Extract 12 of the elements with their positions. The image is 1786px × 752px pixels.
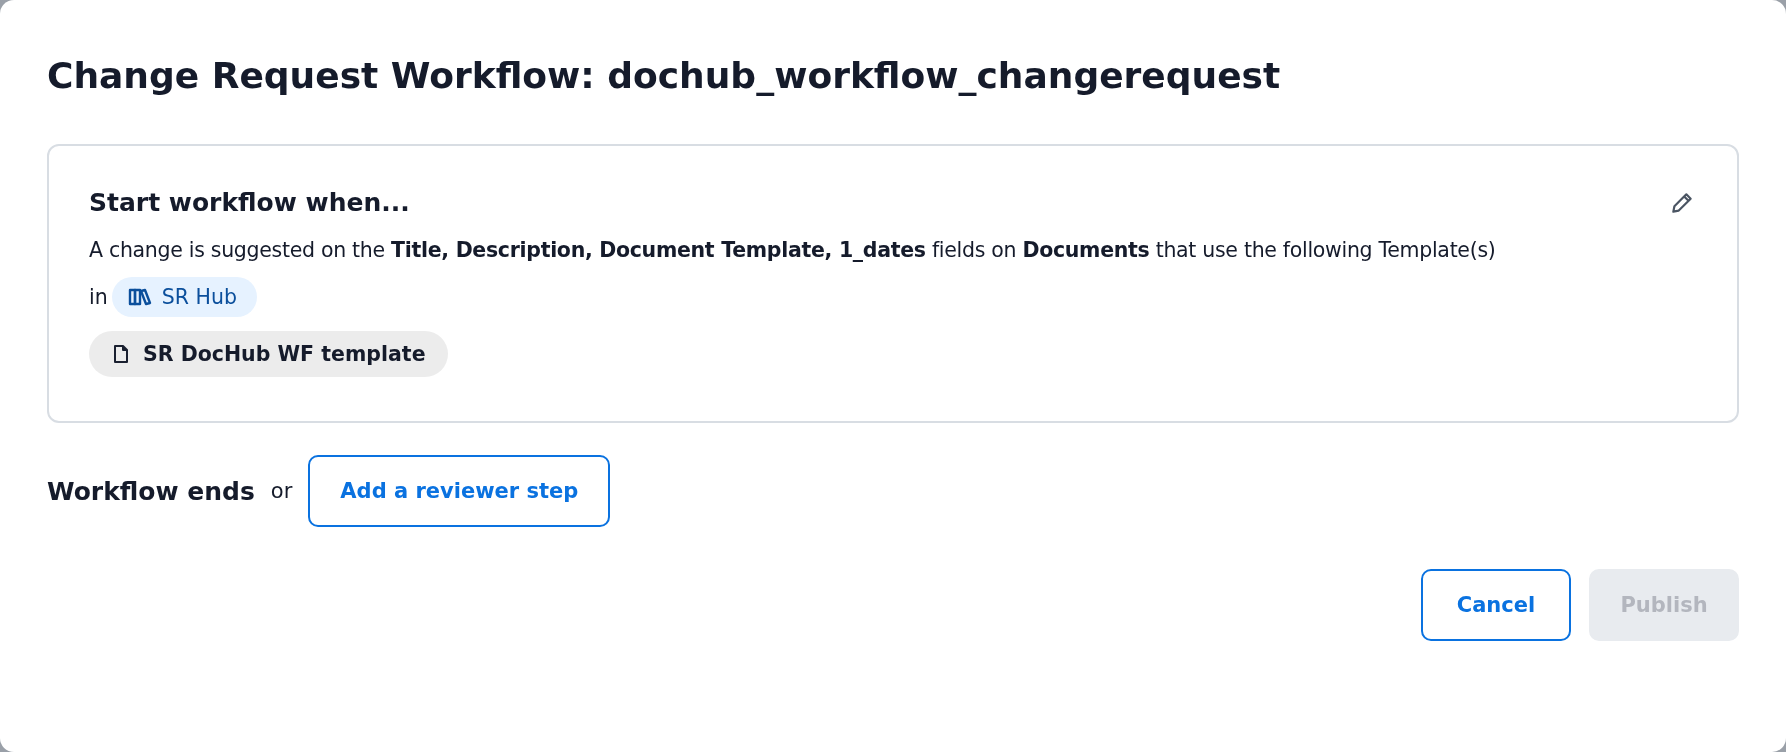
cancel-button[interactable]: Cancel [1421, 569, 1571, 641]
dialog-title: Change Request Workflow: dochub_workflow_changerequest [47, 54, 1282, 98]
document-icon [113, 344, 129, 364]
hub-chip[interactable]: SR Hub [111, 277, 257, 317]
card-heading: Start workflow when... [89, 188, 410, 217]
template-chip[interactable]: SR DocHub WF template [89, 331, 448, 377]
trigger-sentence: A change is suggested on the Title, Description, Document Template, 1_dates fields on Documents that use the following Template(s) [89, 237, 1497, 264]
add-reviewer-step-button[interactable]: Add a reviewer step [308, 455, 611, 527]
or-label: or [270, 479, 293, 503]
in-label: in [89, 285, 108, 309]
library-icon [127, 288, 152, 306]
workflow-ends-label: Workflow ends [47, 476, 255, 506]
